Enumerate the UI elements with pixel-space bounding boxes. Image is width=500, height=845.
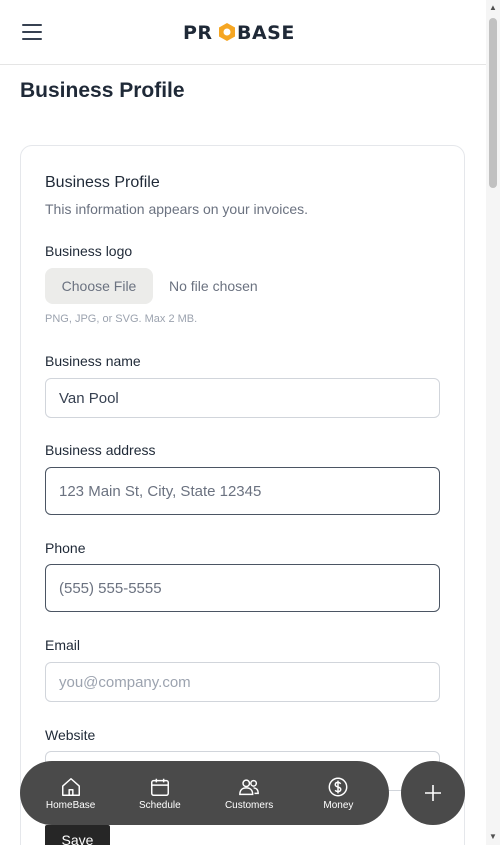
phone-input[interactable] <box>45 564 440 612</box>
probase-logo-icon: PR BASE <box>183 22 295 44</box>
business-name-input[interactable] <box>45 378 440 418</box>
phone-label: Phone <box>45 540 86 556</box>
page-title: Business Profile <box>20 79 185 102</box>
svg-text:BASE: BASE <box>237 22 295 44</box>
scrollbar[interactable]: ▲ ▼ <box>486 0 500 845</box>
nav-label: Money <box>323 799 354 811</box>
email-label: Email <box>45 637 81 653</box>
dollar-icon <box>328 777 348 796</box>
business-address-label: Business address <box>45 442 156 458</box>
save-button[interactable]: Save <box>45 825 110 845</box>
nav-item-money[interactable]: Money <box>298 776 378 811</box>
home-icon <box>61 777 80 796</box>
scroll-down-arrow-icon[interactable]: ▼ <box>489 833 497 841</box>
logo-hint: PNG, JPG, or SVG. Max 2 MB. <box>45 313 198 325</box>
calendar-icon <box>150 778 169 796</box>
logo[interactable]: PR BASE <box>183 20 304 44</box>
nav-label: Customers <box>224 799 274 811</box>
plus-icon <box>425 785 441 801</box>
scrollbar-thumb[interactable] <box>489 18 497 188</box>
business-name-label: Business name <box>45 353 141 369</box>
add-button[interactable] <box>401 761 465 825</box>
nav-label: Schedule <box>139 799 181 811</box>
nav-label: HomeBase <box>45 799 96 811</box>
hamburger-icon[interactable] <box>22 24 42 40</box>
choose-file-button[interactable]: Choose File <box>45 268 153 304</box>
nav-item-schedule[interactable]: Schedule <box>120 776 200 811</box>
svg-text:PR: PR <box>183 22 213 44</box>
business-address-input[interactable] <box>45 467 440 515</box>
top-bar: PR BASE <box>0 0 486 65</box>
bottom-nav: HomeBase Schedule Customers Money <box>20 761 389 825</box>
website-label: Website <box>45 727 96 743</box>
card-title: Business Profile <box>45 174 160 191</box>
nav-item-customers[interactable]: Customers <box>209 776 289 811</box>
logo-label: Business logo <box>45 243 133 259</box>
users-icon <box>239 778 260 795</box>
business-profile-card: Business Profile This information appear… <box>20 145 465 845</box>
nav-item-homebase[interactable]: HomeBase <box>31 776 111 811</box>
scroll-up-arrow-icon[interactable]: ▲ <box>489 4 497 12</box>
card-subtitle: This information appears on your invoice… <box>45 201 309 217</box>
file-status: No file chosen <box>169 278 258 294</box>
email-input[interactable] <box>45 662 440 702</box>
